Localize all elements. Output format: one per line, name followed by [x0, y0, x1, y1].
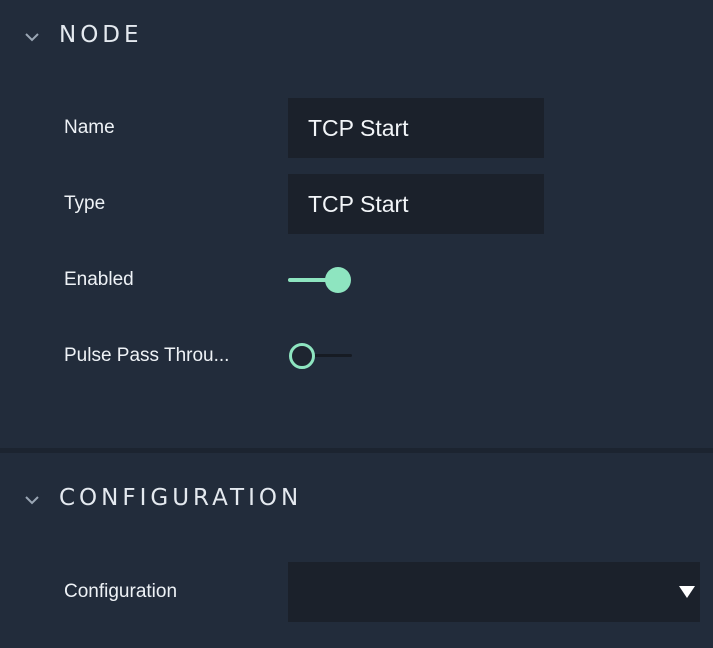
section-divider — [0, 448, 713, 453]
configuration-section-header[interactable]: CONFIGURATION — [0, 470, 713, 530]
node-section-title: NODE — [59, 22, 143, 48]
configuration-section-title: CONFIGURATION — [59, 485, 303, 511]
name-field[interactable]: TCP Start — [288, 98, 544, 158]
chevron-down-icon[interactable] — [24, 29, 40, 45]
name-value: TCP Start — [308, 114, 409, 141]
dropdown-arrow-icon[interactable] — [679, 585, 695, 599]
enabled-label: Enabled — [64, 269, 134, 290]
enabled-toggle[interactable] — [288, 265, 354, 295]
configuration-label: Configuration — [64, 581, 178, 602]
name-label: Name — [64, 117, 115, 138]
node-section-header[interactable]: NODE — [0, 7, 713, 67]
configuration-select[interactable] — [288, 562, 700, 622]
chevron-down-icon[interactable] — [24, 492, 40, 508]
pulse-pass-through-label: Pulse Pass Throu... — [64, 345, 230, 366]
type-value: TCP Start — [308, 190, 409, 217]
pulse-pass-through-toggle[interactable] — [288, 341, 354, 371]
type-field[interactable]: TCP Start — [288, 174, 544, 234]
type-label: Type — [64, 193, 106, 214]
